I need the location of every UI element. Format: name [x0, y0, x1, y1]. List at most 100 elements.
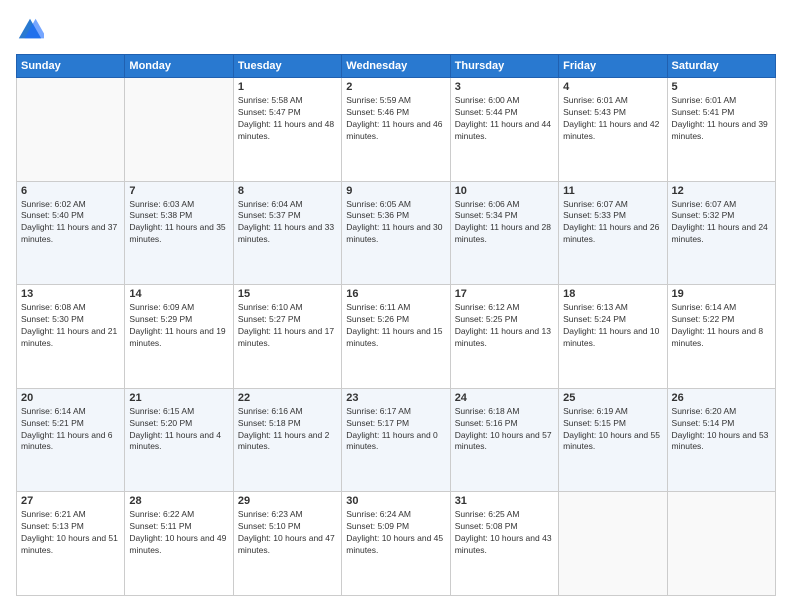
- calendar-cell: 31Sunrise: 6:25 AM Sunset: 5:08 PM Dayli…: [450, 492, 558, 596]
- day-number: 25: [563, 392, 662, 404]
- day-info: Sunrise: 6:17 AM Sunset: 5:17 PM Dayligh…: [346, 406, 445, 454]
- calendar-cell: [125, 78, 233, 182]
- day-info: Sunrise: 6:06 AM Sunset: 5:34 PM Dayligh…: [455, 199, 554, 247]
- calendar-cell: 4 Sunrise: 6:01 AM Sunset: 5:43 PM Daylig…: [559, 78, 667, 182]
- calendar-cell: 5 Sunrise: 6:01 AM Sunset: 5:41 PM Daylig…: [667, 78, 775, 182]
- calendar-cell: 12Sunrise: 6:07 AM Sunset: 5:32 PM Dayli…: [667, 181, 775, 285]
- day-number: 30: [346, 495, 445, 507]
- day-info: Sunrise: 6:21 AM Sunset: 5:13 PM Dayligh…: [21, 509, 120, 557]
- day-info: Sunrise: 6:14 AM Sunset: 5:21 PM Dayligh…: [21, 406, 120, 454]
- day-info: Sunrise: 6:00 AM Sunset: 5:44 PM Dayligh…: [455, 95, 554, 143]
- weekday-header-monday: Monday: [125, 55, 233, 78]
- calendar-cell: [667, 492, 775, 596]
- weekday-header-saturday: Saturday: [667, 55, 775, 78]
- day-info: Sunrise: 6:18 AM Sunset: 5:16 PM Dayligh…: [455, 406, 554, 454]
- day-info: Sunrise: 6:04 AM Sunset: 5:37 PM Dayligh…: [238, 199, 337, 247]
- calendar-cell: 25 Sunrise: 6:19 AM Sunset: 5:15 PM Dayli…: [559, 388, 667, 492]
- calendar-cell: 16Sunrise: 6:11 AM Sunset: 5:26 PM Dayli…: [342, 285, 450, 389]
- day-info: Sunrise: 6:14 AM Sunset: 5:22 PM Dayligh…: [672, 302, 771, 350]
- calendar-cell: 9 Sunrise: 6:05 AM Sunset: 5:36 PM Daylig…: [342, 181, 450, 285]
- day-info: Sunrise: 6:23 AM Sunset: 5:10 PM Dayligh…: [238, 509, 337, 557]
- calendar-cell: 10 Sunrise: 6:06 AM Sunset: 5:34 PM Dayli…: [450, 181, 558, 285]
- day-number: 4: [563, 81, 662, 93]
- calendar-cell: [559, 492, 667, 596]
- day-number: 1: [238, 81, 337, 93]
- day-number: 13: [21, 288, 120, 300]
- calendar-cell: 11 Sunrise: 6:07 AM Sunset: 5:33 PM Dayli…: [559, 181, 667, 285]
- day-number: 16: [346, 288, 445, 300]
- day-number: 3: [455, 81, 554, 93]
- day-info: Sunrise: 6:09 AM Sunset: 5:29 PM Dayligh…: [129, 302, 228, 350]
- week-row-2: 13 Sunrise: 6:08 AM Sunset: 5:30 PM Dayli…: [17, 285, 776, 389]
- day-number: 27: [21, 495, 120, 507]
- day-number: 8: [238, 185, 337, 197]
- day-info: Sunrise: 6:19 AM Sunset: 5:15 PM Dayligh…: [563, 406, 662, 454]
- day-info: Sunrise: 6:05 AM Sunset: 5:36 PM Dayligh…: [346, 199, 445, 247]
- weekday-header-thursday: Thursday: [450, 55, 558, 78]
- page: SundayMondayTuesdayWednesdayThursdayFrid…: [0, 0, 792, 612]
- day-info: Sunrise: 6:25 AM Sunset: 5:08 PM Dayligh…: [455, 509, 554, 557]
- weekday-header-sunday: Sunday: [17, 55, 125, 78]
- calendar-cell: 1 Sunrise: 5:58 AM Sunset: 5:47 PM Daylig…: [233, 78, 341, 182]
- calendar-cell: 13 Sunrise: 6:08 AM Sunset: 5:30 PM Dayli…: [17, 285, 125, 389]
- week-row-0: 1 Sunrise: 5:58 AM Sunset: 5:47 PM Daylig…: [17, 78, 776, 182]
- day-number: 22: [238, 392, 337, 404]
- day-info: Sunrise: 6:12 AM Sunset: 5:25 PM Dayligh…: [455, 302, 554, 350]
- weekday-header-wednesday: Wednesday: [342, 55, 450, 78]
- day-info: Sunrise: 5:59 AM Sunset: 5:46 PM Dayligh…: [346, 95, 445, 143]
- day-number: 9: [346, 185, 445, 197]
- day-info: Sunrise: 6:07 AM Sunset: 5:33 PM Dayligh…: [563, 199, 662, 247]
- day-number: 5: [672, 81, 771, 93]
- day-info: Sunrise: 6:07 AM Sunset: 5:32 PM Dayligh…: [672, 199, 771, 247]
- weekday-header-row: SundayMondayTuesdayWednesdayThursdayFrid…: [17, 55, 776, 78]
- week-row-4: 27 Sunrise: 6:21 AM Sunset: 5:13 PM Dayli…: [17, 492, 776, 596]
- day-number: 29: [238, 495, 337, 507]
- day-info: Sunrise: 6:10 AM Sunset: 5:27 PM Dayligh…: [238, 302, 337, 350]
- calendar-cell: 18 Sunrise: 6:13 AM Sunset: 5:24 PM Dayli…: [559, 285, 667, 389]
- day-info: Sunrise: 6:22 AM Sunset: 5:11 PM Dayligh…: [129, 509, 228, 557]
- day-info: Sunrise: 6:02 AM Sunset: 5:40 PM Dayligh…: [21, 199, 120, 247]
- day-number: 18: [563, 288, 662, 300]
- day-number: 6: [21, 185, 120, 197]
- day-info: Sunrise: 6:01 AM Sunset: 5:41 PM Dayligh…: [672, 95, 771, 143]
- day-number: 28: [129, 495, 228, 507]
- calendar-cell: 29 Sunrise: 6:23 AM Sunset: 5:10 PM Dayli…: [233, 492, 341, 596]
- day-number: 24: [455, 392, 554, 404]
- calendar-cell: [17, 78, 125, 182]
- day-number: 21: [129, 392, 228, 404]
- calendar-cell: 19 Sunrise: 6:14 AM Sunset: 5:22 PM Dayli…: [667, 285, 775, 389]
- calendar-cell: 6 Sunrise: 6:02 AM Sunset: 5:40 PM Daylig…: [17, 181, 125, 285]
- logo: [16, 16, 48, 44]
- calendar-cell: 2 Sunrise: 5:59 AM Sunset: 5:46 PM Daylig…: [342, 78, 450, 182]
- calendar-cell: 23 Sunrise: 6:17 AM Sunset: 5:17 PM Dayli…: [342, 388, 450, 492]
- logo-icon: [16, 16, 44, 44]
- header: [16, 16, 776, 44]
- calendar-cell: 26 Sunrise: 6:20 AM Sunset: 5:14 PM Dayli…: [667, 388, 775, 492]
- calendar-cell: 7Sunrise: 6:03 AM Sunset: 5:38 PM Daylig…: [125, 181, 233, 285]
- day-info: Sunrise: 6:01 AM Sunset: 5:43 PM Dayligh…: [563, 95, 662, 143]
- day-number: 11: [563, 185, 662, 197]
- week-row-1: 6 Sunrise: 6:02 AM Sunset: 5:40 PM Daylig…: [17, 181, 776, 285]
- calendar-cell: 15Sunrise: 6:10 AM Sunset: 5:27 PM Dayli…: [233, 285, 341, 389]
- day-info: Sunrise: 6:08 AM Sunset: 5:30 PM Dayligh…: [21, 302, 120, 350]
- day-number: 2: [346, 81, 445, 93]
- day-info: Sunrise: 6:24 AM Sunset: 5:09 PM Dayligh…: [346, 509, 445, 557]
- day-info: Sunrise: 6:13 AM Sunset: 5:24 PM Dayligh…: [563, 302, 662, 350]
- calendar-cell: 28 Sunrise: 6:22 AM Sunset: 5:11 PM Dayli…: [125, 492, 233, 596]
- calendar-cell: 3 Sunrise: 6:00 AM Sunset: 5:44 PM Daylig…: [450, 78, 558, 182]
- week-row-3: 20 Sunrise: 6:14 AM Sunset: 5:21 PM Dayli…: [17, 388, 776, 492]
- day-number: 19: [672, 288, 771, 300]
- day-info: Sunrise: 6:03 AM Sunset: 5:38 PM Dayligh…: [129, 199, 228, 247]
- day-number: 23: [346, 392, 445, 404]
- weekday-header-friday: Friday: [559, 55, 667, 78]
- calendar-cell: 30 Sunrise: 6:24 AM Sunset: 5:09 PM Dayli…: [342, 492, 450, 596]
- calendar-cell: 22 Sunrise: 6:16 AM Sunset: 5:18 PM Dayli…: [233, 388, 341, 492]
- day-info: Sunrise: 6:16 AM Sunset: 5:18 PM Dayligh…: [238, 406, 337, 454]
- day-number: 14: [129, 288, 228, 300]
- day-info: Sunrise: 6:20 AM Sunset: 5:14 PM Dayligh…: [672, 406, 771, 454]
- day-info: Sunrise: 5:58 AM Sunset: 5:47 PM Dayligh…: [238, 95, 337, 143]
- day-number: 20: [21, 392, 120, 404]
- calendar-cell: 20 Sunrise: 6:14 AM Sunset: 5:21 PM Dayli…: [17, 388, 125, 492]
- day-number: 10: [455, 185, 554, 197]
- day-number: 26: [672, 392, 771, 404]
